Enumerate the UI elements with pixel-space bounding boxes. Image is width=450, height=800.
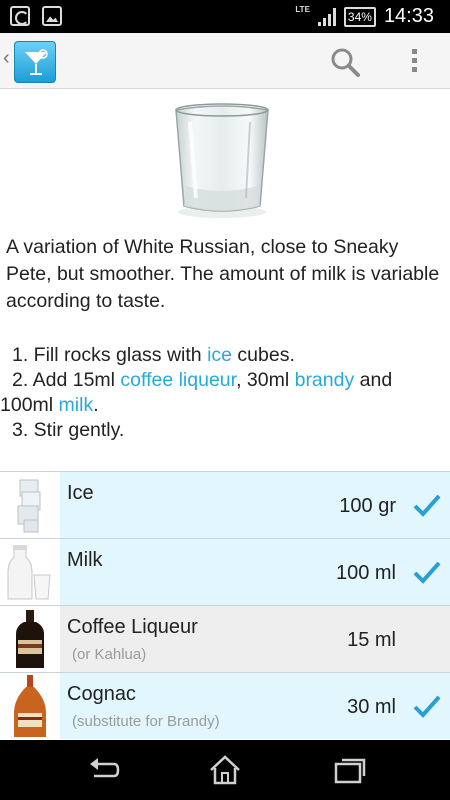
step-text: 1. Fill rocks glass with xyxy=(12,344,208,366)
status-bar: LTE 34% 14:33 xyxy=(0,0,450,33)
step-text: 100ml xyxy=(0,394,59,416)
gallery-icon xyxy=(42,6,62,26)
cocktail-app-icon[interactable] xyxy=(14,41,56,83)
navigation-bar xyxy=(0,740,450,800)
home-icon[interactable] xyxy=(207,754,243,786)
ice-image xyxy=(0,472,60,538)
action-bar: ‹ xyxy=(0,33,450,89)
ingredient-amount: 100 gr xyxy=(339,495,396,517)
ingredient-note: (or Kahlua) xyxy=(72,646,147,663)
signal-icon xyxy=(317,7,336,26)
step-text: and xyxy=(354,369,393,391)
ingredient-row-coffee-liqueur[interactable]: Coffee Liqueur (or Kahlua) 15 ml xyxy=(0,605,450,672)
ingredient-name: Ice xyxy=(67,482,94,504)
coffee-liqueur-bottle-image xyxy=(0,606,60,672)
ingredient-list: Ice 100 gr Milk 100 ml Coffee Liqueur (o… xyxy=(0,471,450,739)
step-text: cubes. xyxy=(232,344,295,366)
ingredient-name: Cognac xyxy=(67,683,136,705)
ingredient-amount: 100 ml xyxy=(335,562,396,584)
milk-image xyxy=(0,539,60,605)
up-caret-icon[interactable]: ‹ xyxy=(3,47,10,70)
step-text: 2. Add 15ml xyxy=(12,369,121,391)
checkmark-icon xyxy=(413,695,441,718)
recent-apps-icon[interactable] xyxy=(332,754,368,786)
ingredient-row-milk[interactable]: Milk 100 ml xyxy=(0,538,450,605)
back-icon[interactable] xyxy=(86,754,122,786)
ingredient-name: Coffee Liqueur xyxy=(67,616,198,638)
checkmark-icon xyxy=(413,494,441,517)
ingredient-amount: 30 ml xyxy=(347,696,396,718)
clock: 14:33 xyxy=(383,5,434,27)
ingredient-name: Milk xyxy=(67,549,103,571)
step-line: 100ml milk. xyxy=(0,393,442,418)
step-text: 3. Stir gently. xyxy=(12,419,125,441)
ingredient-row-cognac[interactable]: Cognac (substitute for Brandy) 30 ml xyxy=(0,672,450,739)
step-line: 3. Stir gently. xyxy=(12,418,442,443)
ingredient-row-ice[interactable]: Ice 100 gr xyxy=(0,471,450,538)
ingredient-note: (substitute for Brandy) xyxy=(72,713,220,730)
ingredient-link-ice[interactable]: ice xyxy=(207,344,232,366)
search-icon[interactable] xyxy=(328,45,362,79)
overflow-menu-icon[interactable] xyxy=(402,45,426,79)
recipe-steps: 1. Fill rocks glass with ice cubes. 2. A… xyxy=(0,343,442,443)
ingredient-link-brandy[interactable]: brandy xyxy=(295,369,355,391)
step-line: 1. Fill rocks glass with ice cubes. xyxy=(12,343,442,368)
cognac-bottle-image xyxy=(0,673,60,739)
step-text: . xyxy=(93,394,99,416)
recipe-content[interactable]: A variation of White Russian, close to S… xyxy=(0,90,450,740)
sync-icon xyxy=(10,6,30,26)
step-text: , 30ml xyxy=(236,369,295,391)
step-line: 2. Add 15ml coffee liqueur, 30ml brandy … xyxy=(12,368,442,393)
recipe-description: A variation of White Russian, close to S… xyxy=(6,236,440,312)
battery-icon: 34% xyxy=(343,6,376,27)
ingredient-amount: 15 ml xyxy=(347,629,396,651)
ingredient-link-coffee-liqueur[interactable]: coffee liqueur xyxy=(120,369,236,391)
ingredient-link-milk[interactable]: milk xyxy=(59,394,94,416)
rocks-glass-image xyxy=(175,103,269,218)
checkmark-icon xyxy=(413,561,441,584)
network-type: LTE xyxy=(295,5,310,14)
